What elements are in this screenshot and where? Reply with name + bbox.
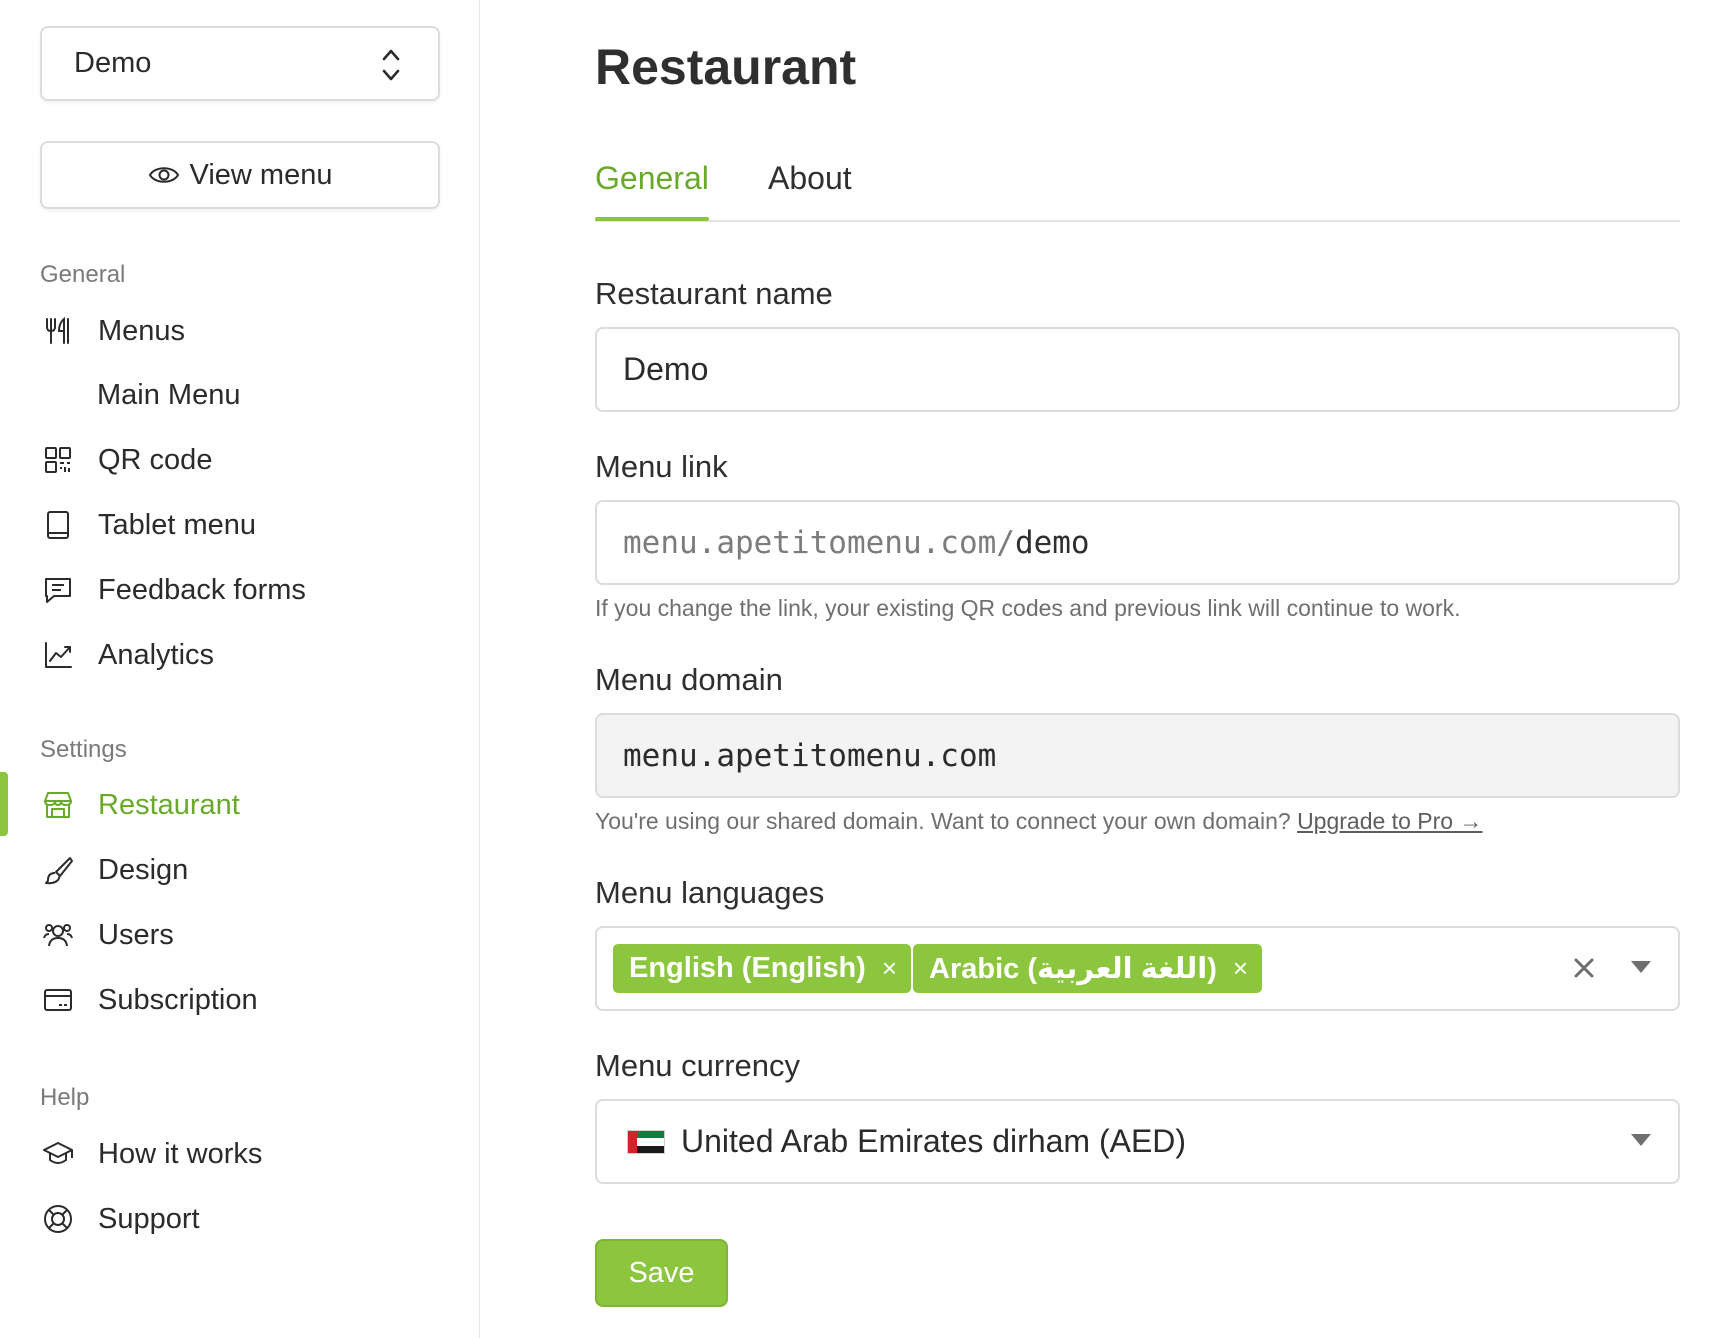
paintbrush-icon [40, 852, 76, 888]
active-indicator [0, 772, 8, 836]
menu-currency-value: United Arab Emirates dirham (AED) [681, 1123, 1187, 1159]
language-tag-english: English (English) × [613, 944, 912, 993]
sidebar-item-feedback-forms[interactable]: Feedback forms [40, 566, 460, 614]
message-square-icon [40, 572, 76, 608]
menu-domain-help-text: You're using our shared domain. Want to … [595, 808, 1291, 834]
page-title: Restaurant [595, 39, 857, 95]
menu-link-prefix: menu.apetitomenu.com/ [623, 524, 1015, 561]
menu-currency-label: Menu currency [595, 1048, 801, 1083]
sidebar-item-how-it-works[interactable]: How it works [40, 1130, 460, 1178]
menu-domain-label: Menu domain [595, 662, 783, 697]
users-icon [40, 917, 76, 953]
restaurant-name-value: Demo [623, 351, 709, 387]
section-help: Help [40, 1084, 90, 1111]
sidebar-item-label: Subscription [98, 983, 258, 1016]
sidebar-item-label: Tablet menu [98, 508, 256, 541]
clear-all-icon[interactable] [1568, 952, 1600, 984]
sidebar-item-subscription[interactable]: Subscription [40, 976, 460, 1024]
workspace-select-value: Demo [74, 47, 152, 79]
sidebar-item-label: How it works [98, 1137, 263, 1170]
language-tag-label: English (English) [629, 952, 866, 984]
graduation-cap-icon [40, 1136, 76, 1172]
language-tag-label: Arabic (اللغة العربية) [929, 953, 1217, 985]
sidebar-item-label: Design [98, 853, 189, 886]
sidebar-item-tablet-menu[interactable]: Tablet menu [40, 501, 460, 549]
sidebar-item-label: Menus [98, 314, 186, 347]
upgrade-to-pro-link[interactable]: Upgrade to Pro → [1297, 808, 1482, 834]
sidebar-item-label: QR code [98, 443, 213, 476]
sidebar-item-label: Main Menu [97, 378, 241, 411]
sidebar-item-label: Analytics [98, 638, 215, 671]
sidebar: Demo View menu General Menus Main Menu Q… [0, 0, 480, 1338]
dropdown-caret-icon[interactable] [1630, 1133, 1652, 1147]
tablet-icon [40, 507, 76, 543]
menu-domain-help: You're using our shared domain. Want to … [595, 808, 1482, 835]
menu-link-label: Menu link [595, 449, 728, 484]
restaurant-name-input[interactable]: Demo [595, 327, 1680, 412]
sidebar-item-support[interactable]: Support [40, 1195, 460, 1243]
tab-about[interactable]: About [768, 160, 852, 217]
language-tag-arabic: Arabic (اللغة العربية) × [913, 944, 1263, 993]
menu-domain-value: menu.apetitomenu.com [623, 737, 997, 774]
credit-card-icon [40, 982, 76, 1018]
sidebar-item-menus[interactable]: Menus [40, 307, 460, 355]
menu-link-value: demo [1014, 524, 1090, 561]
save-button[interactable]: Save [595, 1239, 728, 1307]
sidebar-item-analytics[interactable]: Analytics [40, 631, 460, 679]
menu-link-help: If you change the link, your existing QR… [595, 595, 1461, 621]
dropdown-caret-icon[interactable] [1630, 960, 1652, 974]
tab-general[interactable]: General [595, 160, 709, 221]
sidebar-item-main-menu[interactable]: Main Menu [40, 371, 460, 419]
qr-code-icon [40, 442, 76, 478]
menu-languages-multiselect[interactable]: English (English) × Arabic (اللغة العربي… [595, 926, 1680, 1011]
restaurant-name-label: Restaurant name [595, 276, 833, 311]
utensils-icon [40, 313, 76, 349]
menu-link-input[interactable]: menu.apetitomenu.com/demo [595, 500, 1680, 585]
menu-domain-input: menu.apetitomenu.com [595, 713, 1680, 798]
workspace-select[interactable]: Demo [40, 26, 440, 101]
sidebar-item-label: Users [98, 918, 174, 951]
lifebuoy-icon [40, 1201, 76, 1237]
tab-bar: General About [595, 150, 1680, 222]
uae-flag-icon [627, 1129, 665, 1154]
sidebar-item-restaurant[interactable]: Restaurant [40, 781, 460, 829]
remove-tag-icon[interactable]: × [1233, 953, 1248, 984]
chevron-up-down-icon [382, 49, 400, 81]
sidebar-item-qr-code[interactable]: QR code [40, 436, 460, 484]
storefront-icon [40, 787, 76, 823]
chart-line-icon [40, 637, 76, 673]
sidebar-item-design[interactable]: Design [40, 846, 460, 894]
section-general: General [40, 261, 126, 288]
menu-languages-label: Menu languages [595, 875, 825, 910]
eye-icon [148, 167, 179, 183]
menu-currency-select[interactable]: United Arab Emirates dirham (AED) [595, 1099, 1680, 1184]
sidebar-item-label: Restaurant [98, 788, 240, 821]
view-menu-label: View menu [189, 158, 333, 191]
section-settings: Settings [40, 736, 127, 763]
view-menu-button[interactable]: View menu [40, 141, 440, 209]
sidebar-item-users[interactable]: Users [40, 911, 460, 959]
sidebar-item-label: Feedback forms [98, 573, 306, 606]
sidebar-item-label: Support [98, 1202, 200, 1235]
remove-tag-icon[interactable]: × [882, 953, 897, 984]
